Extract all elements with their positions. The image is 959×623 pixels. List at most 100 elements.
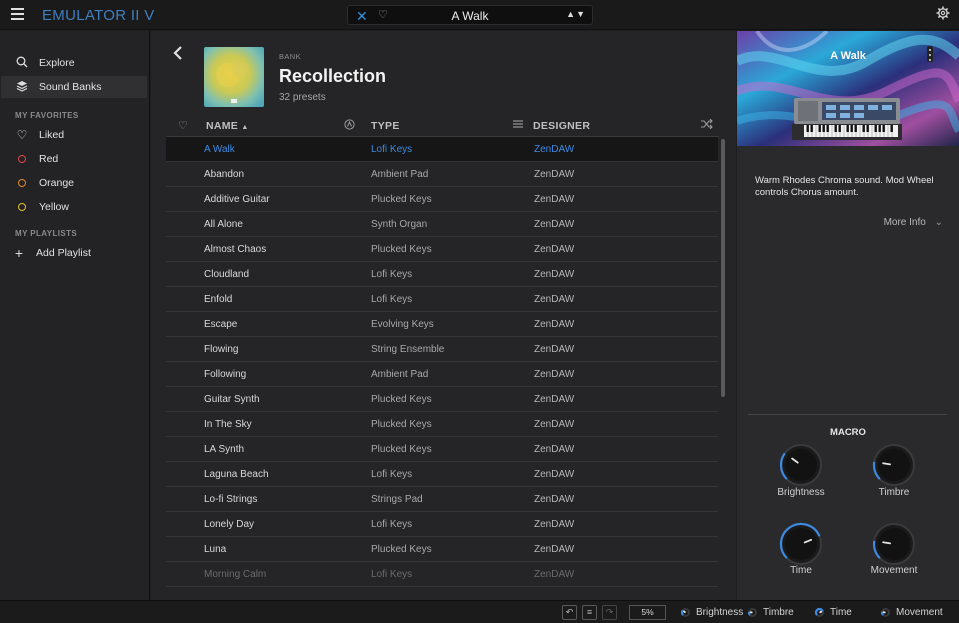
cell-name: Laguna Beach bbox=[204, 469, 269, 480]
table-row[interactable]: In The Sky Plucked Keys ZenDAW bbox=[166, 412, 718, 437]
preset-nav-arrows[interactable]: ▲▼ bbox=[566, 9, 586, 19]
sidebar-item-liked[interactable]: ♡ Liked bbox=[1, 124, 147, 146]
history-icon[interactable]: ≡ bbox=[582, 605, 597, 620]
preset-list[interactable]: A Walk Lofi Keys ZenDAW Abandon Ambient Pad Z… bbox=[166, 137, 718, 600]
cell-name: Escape bbox=[204, 319, 238, 330]
bank-preset-count: 32 presets bbox=[279, 92, 326, 103]
cell-designer: ZenDAW bbox=[534, 494, 575, 505]
sidebar-item-sound-banks[interactable]: Sound Banks bbox=[1, 76, 147, 98]
cell-designer: ZenDAW bbox=[534, 344, 575, 355]
sidebar-item-label: Orange bbox=[39, 177, 75, 189]
cell-designer: ZenDAW bbox=[534, 219, 575, 230]
mini-knob-label: Movement bbox=[896, 607, 943, 618]
column-header-name[interactable]: NAME ▲ bbox=[206, 120, 249, 132]
cell-type: Strings Pad bbox=[371, 494, 423, 505]
cell-name: Guitar Synth bbox=[204, 394, 260, 405]
list-icon[interactable] bbox=[513, 119, 523, 132]
bank-artwork bbox=[204, 47, 264, 107]
table-row[interactable]: Luna Plucked Keys ZenDAW bbox=[166, 537, 718, 562]
cell-name: Enfold bbox=[204, 294, 233, 305]
sidebar-item-yellow[interactable]: Yellow bbox=[1, 196, 147, 218]
preset-browser-bar[interactable]: ✕ ♡ A Walk ▲▼ bbox=[347, 5, 593, 25]
more-info-button[interactable]: More Info ⌄ bbox=[884, 217, 943, 228]
playlists-heading: MY PLAYLISTS bbox=[15, 229, 78, 238]
macro-title: MACRO bbox=[830, 427, 866, 438]
table-row[interactable]: Morning Calm Lofi Keys ZenDAW bbox=[166, 562, 718, 587]
back-arrow-icon[interactable] bbox=[173, 45, 183, 61]
sidebar-item-explore[interactable]: Explore bbox=[1, 52, 147, 74]
table-row[interactable]: Enfold Lofi Keys ZenDAW bbox=[166, 287, 718, 312]
hero-preset-name: A Walk bbox=[830, 50, 866, 62]
add-playlist-button[interactable]: + Add Playlist bbox=[1, 242, 147, 264]
undo-icon[interactable]: ↶ bbox=[562, 605, 577, 620]
cell-type: Plucked Keys bbox=[371, 394, 432, 405]
cell-name: Following bbox=[204, 369, 247, 380]
yellow-circle-icon bbox=[15, 200, 29, 214]
cell-type: String Ensemble bbox=[371, 344, 445, 355]
sidebar-item-label: Explore bbox=[39, 57, 75, 69]
macro-knob-timbre[interactable] bbox=[871, 442, 917, 488]
table-row[interactable]: All Alone Synth Organ ZenDAW bbox=[166, 212, 718, 237]
table-row[interactable]: Guitar Synth Plucked Keys ZenDAW bbox=[166, 387, 718, 412]
shuffle-icon[interactable] bbox=[701, 118, 713, 132]
table-row[interactable]: Lonely Day Lofi Keys ZenDAW bbox=[166, 512, 718, 537]
column-header-type[interactable]: TYPE bbox=[371, 120, 400, 132]
table-row[interactable]: Following Ambient Pad ZenDAW bbox=[166, 362, 718, 387]
table-row[interactable]: Cloudland Lofi Keys ZenDAW bbox=[166, 262, 718, 287]
heart-icon: ♡ bbox=[16, 128, 28, 142]
sidebar-item-orange[interactable]: Orange bbox=[1, 172, 147, 194]
cell-type: Plucked Keys bbox=[371, 244, 432, 255]
cell-designer: ZenDAW bbox=[534, 519, 575, 530]
cell-designer: ZenDAW bbox=[534, 369, 575, 380]
mini-knob-movement[interactable] bbox=[879, 606, 892, 619]
table-row[interactable]: Abandon Ambient Pad ZenDAW bbox=[166, 162, 718, 187]
sidebar: Explore Sound Banks MY FAVORITES ♡ Liked… bbox=[0, 31, 150, 600]
mini-knob-time[interactable] bbox=[813, 606, 826, 619]
mini-knob-brightness[interactable] bbox=[679, 606, 692, 619]
table-row[interactable]: Escape Evolving Keys ZenDAW bbox=[166, 312, 718, 337]
table-row[interactable]: Additive Guitar Plucked Keys ZenDAW bbox=[166, 187, 718, 212]
cell-type: Evolving Keys bbox=[371, 319, 434, 330]
macro-knob-brightness[interactable] bbox=[778, 442, 824, 488]
cell-designer: ZenDAW bbox=[534, 419, 575, 430]
layers-icon bbox=[15, 80, 29, 95]
table-row[interactable]: Lo-fi Strings Strings Pad ZenDAW bbox=[166, 487, 718, 512]
macro-knob-label: Time bbox=[790, 565, 812, 576]
main-panel: BANK Recollection 32 presets ♡ NAME ▲ TY… bbox=[151, 31, 736, 600]
redo-icon[interactable]: ↷ bbox=[602, 605, 617, 620]
cell-type: Lofi Keys bbox=[371, 294, 413, 305]
cell-name: Lo-fi Strings bbox=[204, 494, 258, 505]
menu-icon[interactable] bbox=[11, 8, 24, 20]
cell-type: Ambient Pad bbox=[371, 169, 429, 180]
zoom-field[interactable]: 5% bbox=[629, 605, 666, 620]
cell-designer: ZenDAW bbox=[534, 194, 575, 205]
heart-icon[interactable]: ♡ bbox=[178, 119, 188, 132]
table-row[interactable]: LA Synth Plucked Keys ZenDAW bbox=[166, 437, 718, 462]
preset-details-panel: A Walk Warm Rhodes Chroma sound. Mod Whe… bbox=[737, 31, 959, 600]
cell-designer: ZenDAW bbox=[534, 144, 575, 155]
cell-type: Lofi Keys bbox=[371, 519, 413, 530]
column-header-designer[interactable]: DESIGNER bbox=[533, 120, 590, 132]
sort-asc-icon: ▲ bbox=[241, 124, 249, 131]
scrollbar[interactable] bbox=[721, 139, 725, 397]
cell-designer: ZenDAW bbox=[534, 269, 575, 280]
table-row[interactable]: Almost Chaos Plucked Keys ZenDAW bbox=[166, 237, 718, 262]
cell-type: Plucked Keys bbox=[371, 419, 432, 430]
mini-knob-timbre[interactable] bbox=[746, 606, 759, 619]
more-options-icon[interactable] bbox=[927, 46, 933, 62]
table-row[interactable]: Laguna Beach Lofi Keys ZenDAW bbox=[166, 462, 718, 487]
sidebar-item-red[interactable]: Red bbox=[1, 148, 147, 170]
cell-name: All Alone bbox=[204, 219, 243, 230]
red-circle-icon bbox=[15, 152, 29, 166]
macro-knob-movement[interactable] bbox=[871, 521, 917, 567]
table-row[interactable]: Flowing String Ensemble ZenDAW bbox=[166, 337, 718, 362]
table-row[interactable]: A Walk Lofi Keys ZenDAW bbox=[166, 137, 718, 162]
gear-icon[interactable] bbox=[936, 6, 950, 20]
designer-filter-icon[interactable] bbox=[344, 119, 355, 133]
current-preset-name[interactable]: A Walk bbox=[348, 9, 592, 23]
cell-designer: ZenDAW bbox=[534, 319, 575, 330]
cell-type: Lofi Keys bbox=[371, 469, 413, 480]
macro-knob-time[interactable] bbox=[778, 521, 824, 567]
cell-type: Lofi Keys bbox=[371, 569, 413, 580]
cell-type: Synth Organ bbox=[371, 219, 428, 230]
